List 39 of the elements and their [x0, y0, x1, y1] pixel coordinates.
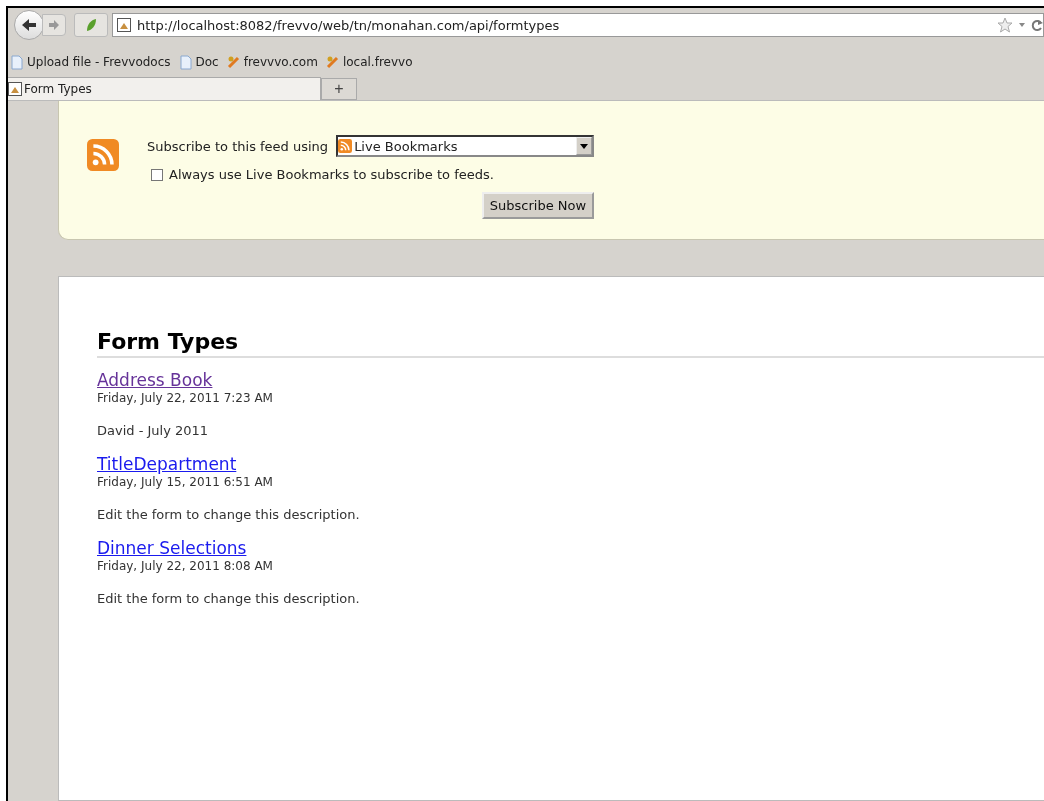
page-icon: [10, 54, 24, 70]
entry-date: Friday, July 22, 2011 8:08 AM: [97, 559, 274, 573]
subscribe-label: Subscribe to this feed using: [147, 138, 329, 154]
entry-description: Edit the form to change this description.: [97, 591, 361, 606]
address-bar[interactable]: http://localhost:8082/frevvo/web/tn/monahan.com/api/formtypes: [112, 13, 1044, 37]
addon-button[interactable]: [74, 13, 108, 37]
page-image-icon: [8, 82, 22, 96]
entry-description: Edit the form to change this description.: [97, 507, 361, 522]
entry-link[interactable]: Address Book: [97, 370, 213, 390]
site-icon: [226, 54, 241, 70]
leaf-icon: [85, 18, 97, 32]
url-text: http://localhost:8082/frevvo/web/tn/monahan.com/api/formtypes: [137, 17, 560, 33]
entry-description: David - July 2011: [97, 423, 210, 438]
checkbox-label: Always use Live Bookmarks to subscribe to feeds.: [169, 167, 494, 182]
bookmark-link[interactable]: local.frevvo: [325, 54, 413, 70]
page-icon: [178, 54, 193, 70]
forward-arrow-icon: [48, 19, 60, 31]
bookmark-link[interactable]: frevvvo.com: [226, 54, 318, 70]
subscribe-button[interactable]: Subscribe Now: [481, 192, 595, 219]
entry-link[interactable]: Dinner Selections: [97, 538, 247, 558]
checkbox[interactable]: [151, 168, 163, 181]
entry-date: Friday, July 22, 2011 7:23 AM: [97, 391, 274, 405]
back-arrow-icon: [21, 18, 37, 32]
feed-title: Form Types: [97, 329, 1044, 358]
reload-icon: [1031, 18, 1043, 32]
browser-tab[interactable]: Form Types: [8, 77, 321, 100]
page-image-icon: [117, 18, 131, 32]
bookmark-link[interactable]: Doc: [178, 54, 219, 70]
reader-dropdown[interactable]: Live Bookmarks: [336, 135, 595, 157]
entry-date: Friday, July 15, 2011 6:51 AM: [97, 475, 274, 489]
feed-icon: [87, 139, 119, 171]
bookmark-link[interactable]: Upload file - Frevvodocs: [10, 54, 171, 70]
site-icon: [325, 54, 340, 70]
dropdown-caret-icon: [1019, 23, 1025, 27]
new-tab-button[interactable]: +: [321, 78, 357, 100]
back-button[interactable]: [14, 10, 44, 40]
entry-link[interactable]: TitleDepartment: [97, 454, 237, 474]
feed-icon: [338, 139, 353, 153]
star-icon: [997, 17, 1013, 33]
